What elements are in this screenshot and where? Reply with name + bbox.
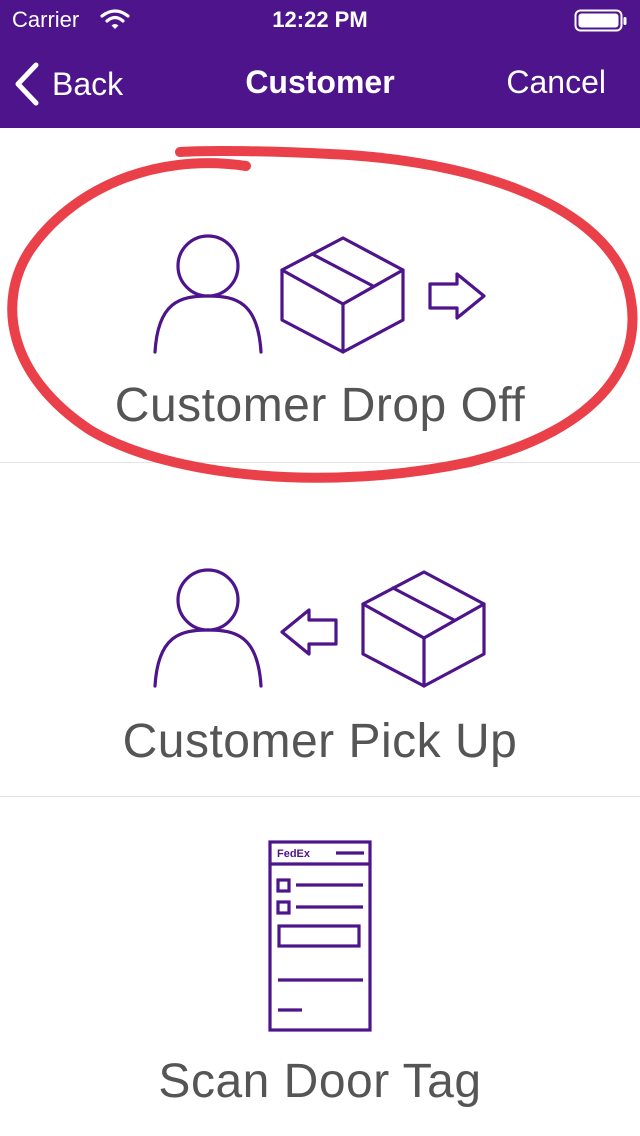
person-box-arrow-right-icon: [153, 234, 486, 354]
fedex-logo-text: FedEx: [277, 848, 311, 860]
status-time: 12:22 PM: [272, 7, 368, 32]
option-label: Customer Drop Off: [114, 379, 526, 432]
fedex-door-tag-icon: FedEx: [268, 840, 372, 1032]
customer-drop-off-option[interactable]: Customer Drop Off: [0, 128, 640, 462]
scan-door-tag-option[interactable]: FedEx Scan Door Tag: [0, 796, 640, 1136]
navigation-bar: Back Customer Cancel: [0, 40, 640, 128]
cancel-button[interactable]: Cancel: [506, 64, 606, 101]
chevron-left-icon: [15, 62, 39, 106]
option-label: Customer Pick Up: [122, 715, 518, 768]
customer-pick-up-option[interactable]: Customer Pick Up: [0, 462, 640, 796]
status-bar: Carrier 12:22 PM: [0, 0, 640, 40]
battery-icon: [574, 9, 627, 32]
person-arrow-left-box-icon: [153, 568, 486, 688]
back-button[interactable]: Back: [14, 60, 123, 108]
back-label: Back: [52, 65, 124, 102]
option-label: Scan Door Tag: [158, 1055, 482, 1108]
